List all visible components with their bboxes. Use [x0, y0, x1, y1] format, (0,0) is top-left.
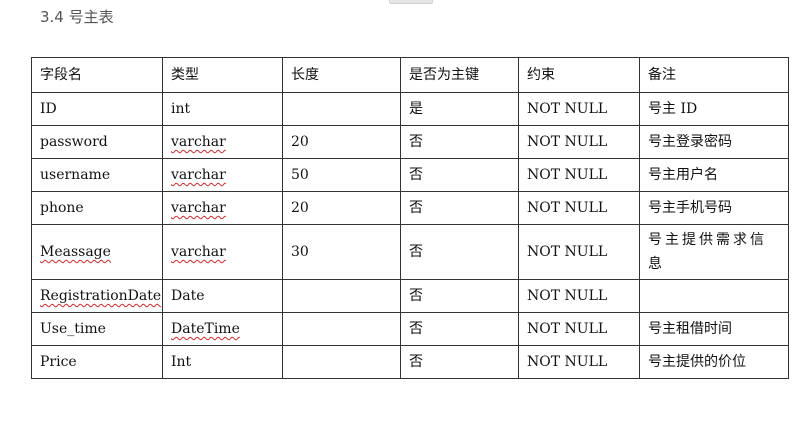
cell-type: int — [162, 92, 283, 126]
cell-remark: 号主用户名 — [639, 158, 789, 192]
spellcheck-underlined-text: varchar — [171, 167, 226, 183]
cell-type: Date — [162, 279, 283, 313]
cell-primary-key: 否 — [400, 224, 519, 280]
cell-constraint: NOT NULL — [518, 312, 640, 346]
header-remark: 备注 — [639, 57, 789, 93]
table-header-row: 字段名 类型 长度 是否为主键 约束 备注 — [31, 57, 789, 93]
cell-field-name: Price — [31, 345, 163, 379]
cell-primary-key: 是 — [400, 92, 519, 126]
owner-table-schema: 字段名 类型 长度 是否为主键 约束 备注 ID int 是 NOT NULL … — [31, 57, 789, 379]
cell-remark: 号主提供需求信息 — [639, 224, 789, 280]
header-field-name: 字段名 — [31, 57, 163, 93]
spellcheck-underlined-text: varchar — [171, 134, 226, 150]
cell-primary-key: 否 — [400, 279, 519, 313]
cell-type: varchar — [162, 224, 283, 280]
cell-constraint: NOT NULL — [518, 279, 640, 313]
cell-type: varchar — [162, 158, 283, 192]
cell-constraint: NOT NULL — [518, 92, 640, 126]
cell-field-name: ID — [31, 92, 163, 126]
cell-length — [282, 312, 401, 346]
cell-length: 50 — [282, 158, 401, 192]
table-row: Price Int 否 NOT NULL 号主提供的价位 — [31, 345, 789, 379]
spellcheck-underlined-text: varchar — [171, 200, 226, 216]
cell-type: varchar — [162, 125, 283, 159]
cell-field-name: Use_time — [31, 312, 163, 346]
cell-field-name: username — [31, 158, 163, 192]
cell-remark: 号主租借时间 — [639, 312, 789, 346]
cell-primary-key: 否 — [400, 312, 519, 346]
cell-field-name: Meassage — [31, 224, 163, 280]
table-row: Meassage varchar 30 否 NOT NULL 号主提供需求信息 — [31, 224, 789, 280]
spellcheck-underlined-text: Meassage — [40, 244, 111, 260]
scroll-position-tab[interactable] — [389, 0, 433, 4]
header-length: 长度 — [282, 57, 401, 93]
cell-remark: 号主登录密码 — [639, 125, 789, 159]
cell-length — [282, 345, 401, 379]
section-heading: 3.4 号主表 — [40, 8, 114, 26]
table-row: ID int 是 NOT NULL 号主 ID — [31, 92, 789, 126]
cell-field-name: phone — [31, 191, 163, 225]
cell-constraint: NOT NULL — [518, 345, 640, 379]
cell-length: 20 — [282, 125, 401, 159]
cell-constraint: NOT NULL — [518, 125, 640, 159]
cell-length — [282, 279, 401, 313]
cell-length: 20 — [282, 191, 401, 225]
cell-constraint: NOT NULL — [518, 224, 640, 280]
cell-primary-key: 否 — [400, 158, 519, 192]
header-constraint: 约束 — [518, 57, 640, 93]
cell-primary-key: 否 — [400, 125, 519, 159]
cell-constraint: NOT NULL — [518, 191, 640, 225]
table-row: Use_time DateTime 否 NOT NULL 号主租借时间 — [31, 312, 789, 346]
spellcheck-underlined-text: varchar — [171, 244, 226, 260]
header-primary-key: 是否为主键 — [400, 57, 519, 93]
table-row: RegistrationDate Date 否 NOT NULL — [31, 279, 789, 313]
cell-type: varchar — [162, 191, 283, 225]
cell-remark: 号主 ID — [639, 92, 789, 126]
cell-type: Int — [162, 345, 283, 379]
header-type: 类型 — [162, 57, 283, 93]
cell-remark — [639, 279, 789, 313]
cell-remark: 号主提供的价位 — [639, 345, 789, 379]
table-row: phone varchar 20 否 NOT NULL 号主手机号码 — [31, 191, 789, 225]
cell-primary-key: 否 — [400, 345, 519, 379]
cell-type: DateTime — [162, 312, 283, 346]
cell-length: 30 — [282, 224, 401, 280]
table-row: password varchar 20 否 NOT NULL 号主登录密码 — [31, 125, 789, 159]
table-row: username varchar 50 否 NOT NULL 号主用户名 — [31, 158, 789, 192]
cell-field-name: RegistrationDate — [31, 279, 163, 313]
cell-length — [282, 92, 401, 126]
spellcheck-underlined-text: RegistrationDate — [40, 288, 162, 304]
cell-remark: 号主手机号码 — [639, 191, 789, 225]
spellcheck-underlined-text: DateTime — [171, 321, 240, 337]
cell-primary-key: 否 — [400, 191, 519, 225]
cell-field-name: password — [31, 125, 163, 159]
cell-constraint: NOT NULL — [518, 158, 640, 192]
